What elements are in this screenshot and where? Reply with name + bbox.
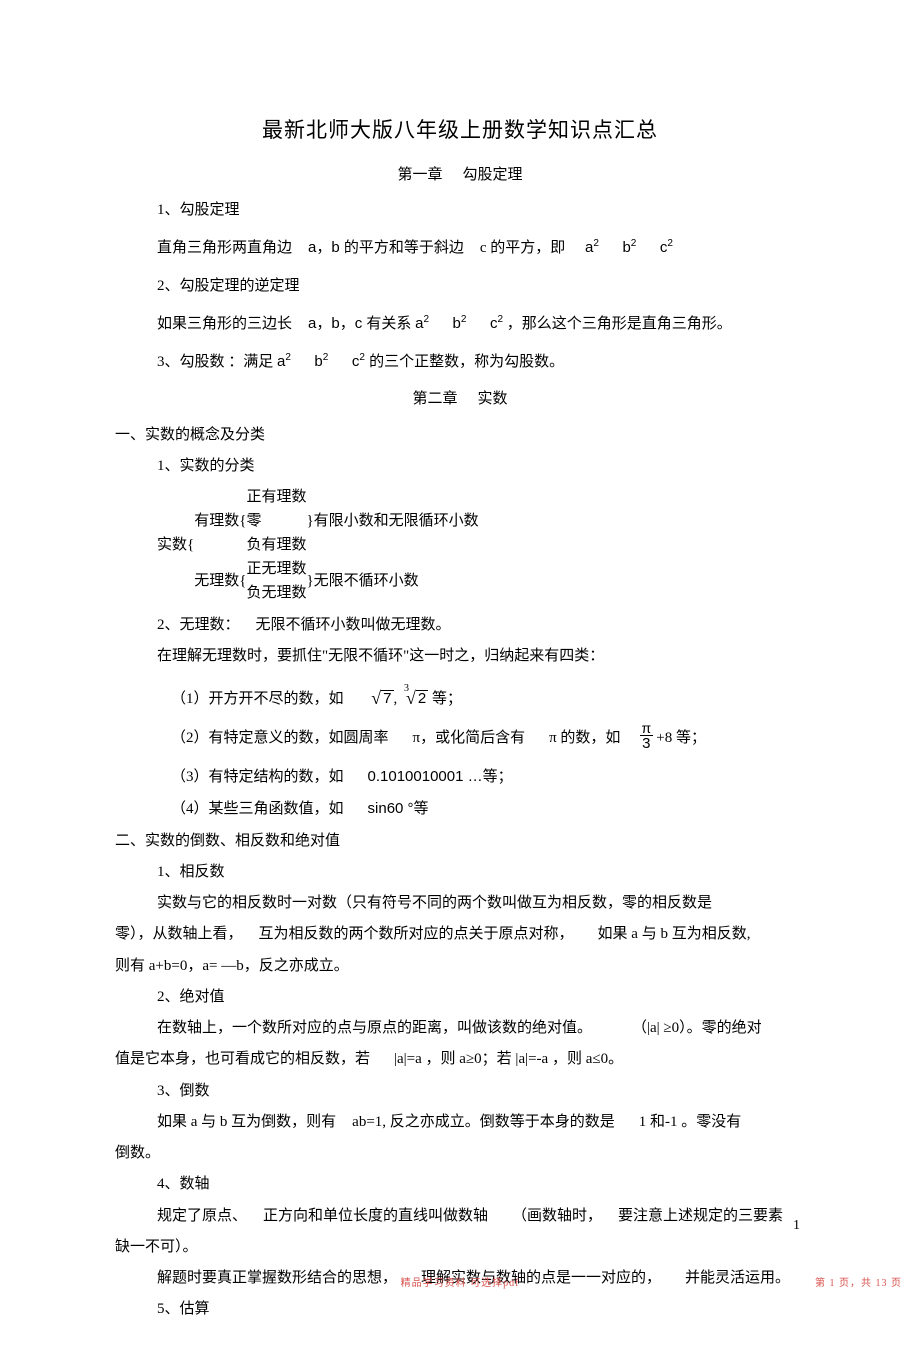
eq3-a2: a2 [277, 353, 291, 370]
c1-p2: 如果三角形的三边长a，b，c 有关系 a2 b2 c2 ，那么这个三角形是直角三… [115, 309, 805, 339]
cB-p4e: 缺一不可）。 [115, 1233, 805, 1262]
section-a: 一、实数的概念及分类 [115, 421, 805, 450]
c1-h1: 1、勾股定理 [115, 196, 805, 225]
eq2-c2: c2 [490, 315, 503, 332]
tree-b2-note: 无限不循环小数 [314, 557, 479, 605]
tree-b1c: 负有理数 [246, 533, 306, 557]
chapter-2-label: 第二章 [412, 391, 457, 407]
document-page: 最新北师大版八年级上册数学知识点汇总 第一章 勾股定理 1、勾股定理 直角三角形两… [0, 0, 920, 1367]
cA2-p: 在理解无理数时，要抓住"无限不循环"这一时之，归纳起来有四类： [115, 642, 805, 671]
footer-center: 精品学习资料 可选择pdf [0, 1274, 920, 1289]
cB-p2-line2: 值是它本身，也可看成它的相反数，若|a|=a ，则 a≥0；若 |a|=-a ，… [115, 1045, 805, 1074]
cB-h1: 1、相反数 [115, 858, 805, 887]
chapter-1-heading: 第一章 勾股定理 [115, 161, 805, 190]
tree-b2b: 负无理数 [246, 581, 306, 605]
eq3-b2: b2 [314, 353, 328, 370]
fraction-pi-3: π 3 [640, 721, 652, 752]
chapter-2-heading: 第二章 实数 [115, 385, 805, 414]
tree-b2: 无理数 [194, 557, 239, 605]
c1-p1: 直角三角形两直角边a，b 的平方和等于斜边c 的平方，即 a2 b2 c2 [115, 233, 805, 263]
brace-icon: { [187, 485, 194, 605]
cA2-l3: （3）有特定结构的数，如0.1010010001 …等； [115, 762, 805, 792]
cbrt-2: 3√2 [401, 691, 428, 707]
eq2-b2: b2 [453, 315, 467, 332]
chapter-1-label: 第一章 [397, 167, 442, 183]
sqrt-7: √7 [371, 691, 393, 707]
cB-h5: 5、估算 [115, 1295, 805, 1324]
brace-icon: } [306, 557, 313, 605]
cA2-l2: （2）有特定意义的数，如圆周率π，或化简后含有π 的数，如 π 3 +8 等； [115, 723, 805, 754]
cA1: 1、实数的分类 [115, 452, 805, 481]
tree-b1b: 零 [246, 509, 306, 533]
brace-icon: { [239, 485, 246, 557]
cA2-l1: （1）开方开不尽的数，如 √7, 3√2 等； [115, 680, 805, 715]
brace-icon: } [306, 485, 313, 557]
section-b: 二、实数的倒数、相反数和绝对值 [115, 827, 805, 856]
eq-c2: c2 [660, 239, 673, 256]
c1-h2: 2、勾股定理的逆定理 [115, 272, 805, 301]
tree-b2a: 正无理数 [246, 557, 306, 581]
cB-p1a: 实数与它的相反数时一对数（只有符号不同的两个数叫做互为相反数，零的相反数是 [115, 889, 805, 918]
cA2-l4: （4）某些三角函数值，如sin60 °等 [115, 794, 805, 824]
eq2-a2: a2 [415, 315, 429, 332]
cB-p1-line2: 零），从数轴上看，互为相反数的两个数所对应的点关于原点对称，如果 a 与 b 互… [115, 920, 805, 949]
tree-root: 实数 [157, 485, 187, 605]
tree-b1a: 正有理数 [246, 485, 306, 509]
tree-b1-note: 有限小数和无限循环小数 [314, 485, 479, 557]
cB-p3-line1: 如果 a 与 b 互为倒数，则有ab=1, 反之亦成立。倒数等于本身的数是1 和… [115, 1108, 805, 1137]
page-number: 1 [793, 1218, 800, 1234]
document-title: 最新北师大版八年级上册数学知识点汇总 [115, 110, 805, 151]
chapter-2-name: 实数 [478, 391, 508, 407]
cB-p2-line1: 在数轴上，一个数所对应的点与原点的距离，叫做该数的绝对值。（|a| ≥0）。零的… [115, 1014, 805, 1043]
eq-a2: a2 [585, 239, 599, 256]
cB-h4: 4、数轴 [115, 1170, 805, 1199]
eq-b2: b2 [622, 239, 636, 256]
brace-icon: { [239, 557, 246, 605]
cB-h2: 2、绝对值 [115, 983, 805, 1012]
chapter-1-name: 勾股定理 [463, 167, 523, 183]
eq3-c2: c2 [352, 353, 369, 370]
c1-p3: 3、勾股数 ：满足 a2 b2 c2 的三个正整数，称为勾股数。 [115, 347, 805, 377]
cB-h3: 3、倒数 [115, 1077, 805, 1106]
tree-b1: 有理数 [194, 485, 239, 557]
classification-tree: 实数 { 有理数 { 正有理数 } 有限小数和无限循环小数 零 负有理数 无理数… [115, 485, 805, 605]
footer-right: 第 1 页，共 13 页 [815, 1274, 902, 1289]
cB-p1e: 则有 a+b=0，a= —b，反之亦成立。 [115, 952, 805, 981]
cB-p4-line1: 规定了原点、正方向和单位长度的直线叫做数轴（画数轴时，要注意上述规定的三要素 [115, 1202, 805, 1231]
cA2-h: 2、无理数：无限不循环小数叫做无理数。 [115, 611, 805, 640]
cB-p3d: 倒数。 [115, 1139, 805, 1168]
